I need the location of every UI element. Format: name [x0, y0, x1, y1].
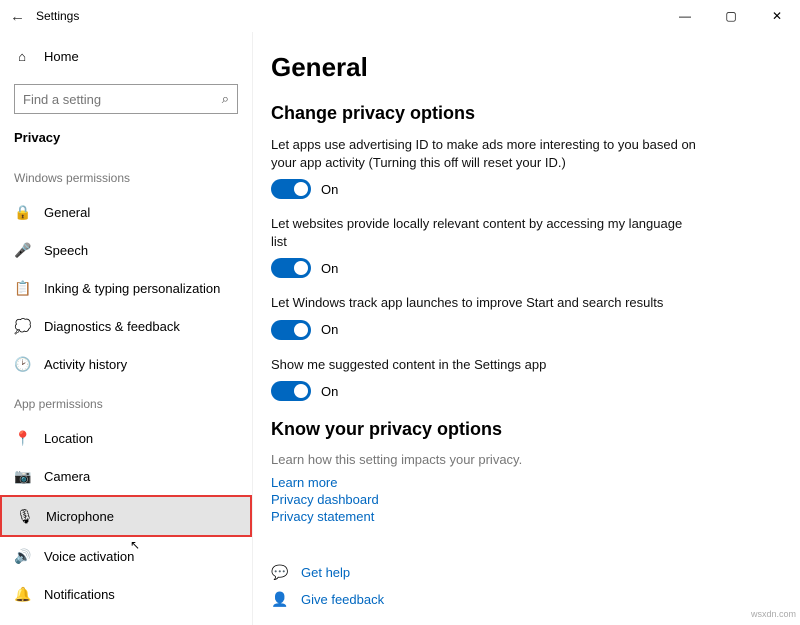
- toggle-suggested-content-state: On: [321, 384, 338, 399]
- home-icon: ⌂: [14, 49, 30, 64]
- back-button[interactable]: ←: [10, 8, 36, 25]
- option-suggested-content-desc: Show me suggested content in the Setting…: [271, 356, 701, 374]
- nav-activity-history[interactable]: 🕑Activity history: [0, 345, 252, 383]
- help-icon: 💬: [271, 564, 287, 581]
- nav-camera[interactable]: 📷Camera: [0, 457, 252, 495]
- link-learn-more[interactable]: Learn more: [271, 475, 800, 490]
- toggle-app-launches[interactable]: [271, 320, 311, 340]
- content-pane: General Change privacy options Let apps …: [252, 32, 800, 625]
- speech-icon: 🎤: [14, 242, 30, 259]
- toggle-advertising-id-state: On: [321, 182, 338, 197]
- option-advertising-id-desc: Let apps use advertising ID to make ads …: [271, 136, 701, 171]
- history-icon: 🕑: [14, 356, 30, 373]
- feedback-icon: 👤: [271, 591, 287, 608]
- minimize-button[interactable]: —: [662, 0, 708, 32]
- link-privacy-dashboard[interactable]: Privacy dashboard: [271, 492, 800, 507]
- location-icon: 📍: [14, 430, 30, 447]
- home-label: Home: [44, 49, 79, 64]
- sidebar: ⌂ Home ⌕ Privacy Windows permissions 🔒Ge…: [0, 32, 252, 625]
- search-icon: ⌕: [222, 91, 229, 107]
- watermark: wsxdn.com: [751, 609, 796, 619]
- camera-icon: 📷: [14, 468, 30, 485]
- page-heading: General: [271, 52, 800, 83]
- toggle-language-list-state: On: [321, 261, 338, 276]
- section-heading-privacy-options: Change privacy options: [271, 103, 800, 124]
- nav-location[interactable]: 📍Location: [0, 419, 252, 457]
- toggle-suggested-content[interactable]: [271, 381, 311, 401]
- nav-diagnostics[interactable]: 💭Diagnostics & feedback: [0, 307, 252, 345]
- nav-voice-activation[interactable]: 🔊Voice activation: [0, 537, 252, 575]
- lock-icon: 🔒: [14, 204, 30, 221]
- section-windows-permissions: Windows permissions: [0, 157, 252, 193]
- maximize-button[interactable]: ▢: [708, 0, 754, 32]
- nav-speech[interactable]: 🎤Speech: [0, 231, 252, 269]
- link-privacy-statement[interactable]: Privacy statement: [271, 509, 800, 524]
- close-button[interactable]: ✕: [754, 0, 800, 32]
- section-heading-know-options: Know your privacy options: [271, 419, 800, 440]
- option-language-list-desc: Let websites provide locally relevant co…: [271, 215, 701, 250]
- microphone-icon: 🎙: [16, 508, 32, 525]
- category-label: Privacy: [0, 126, 252, 157]
- inking-icon: 📋: [14, 280, 30, 297]
- section-app-permissions: App permissions: [0, 383, 252, 419]
- nav-general[interactable]: 🔒General: [0, 193, 252, 231]
- search-box[interactable]: ⌕: [14, 84, 238, 114]
- voice-icon: 🔊: [14, 548, 30, 565]
- link-give-feedback[interactable]: Give feedback: [301, 592, 384, 607]
- diagnostics-icon: 💭: [14, 318, 30, 335]
- toggle-advertising-id[interactable]: [271, 179, 311, 199]
- search-input[interactable]: [23, 92, 193, 107]
- notifications-icon: 🔔: [14, 586, 30, 603]
- toggle-language-list[interactable]: [271, 258, 311, 278]
- home-nav[interactable]: ⌂ Home: [0, 38, 252, 74]
- nav-microphone[interactable]: 🎙Microphone: [2, 497, 250, 535]
- window-title: Settings: [36, 9, 79, 23]
- nav-inking[interactable]: 📋Inking & typing personalization: [0, 269, 252, 307]
- toggle-app-launches-state: On: [321, 322, 338, 337]
- link-get-help[interactable]: Get help: [301, 565, 350, 580]
- nav-notifications[interactable]: 🔔Notifications: [0, 575, 252, 613]
- option-app-launches-desc: Let Windows track app launches to improv…: [271, 294, 701, 312]
- know-subtext: Learn how this setting impacts your priv…: [271, 452, 800, 467]
